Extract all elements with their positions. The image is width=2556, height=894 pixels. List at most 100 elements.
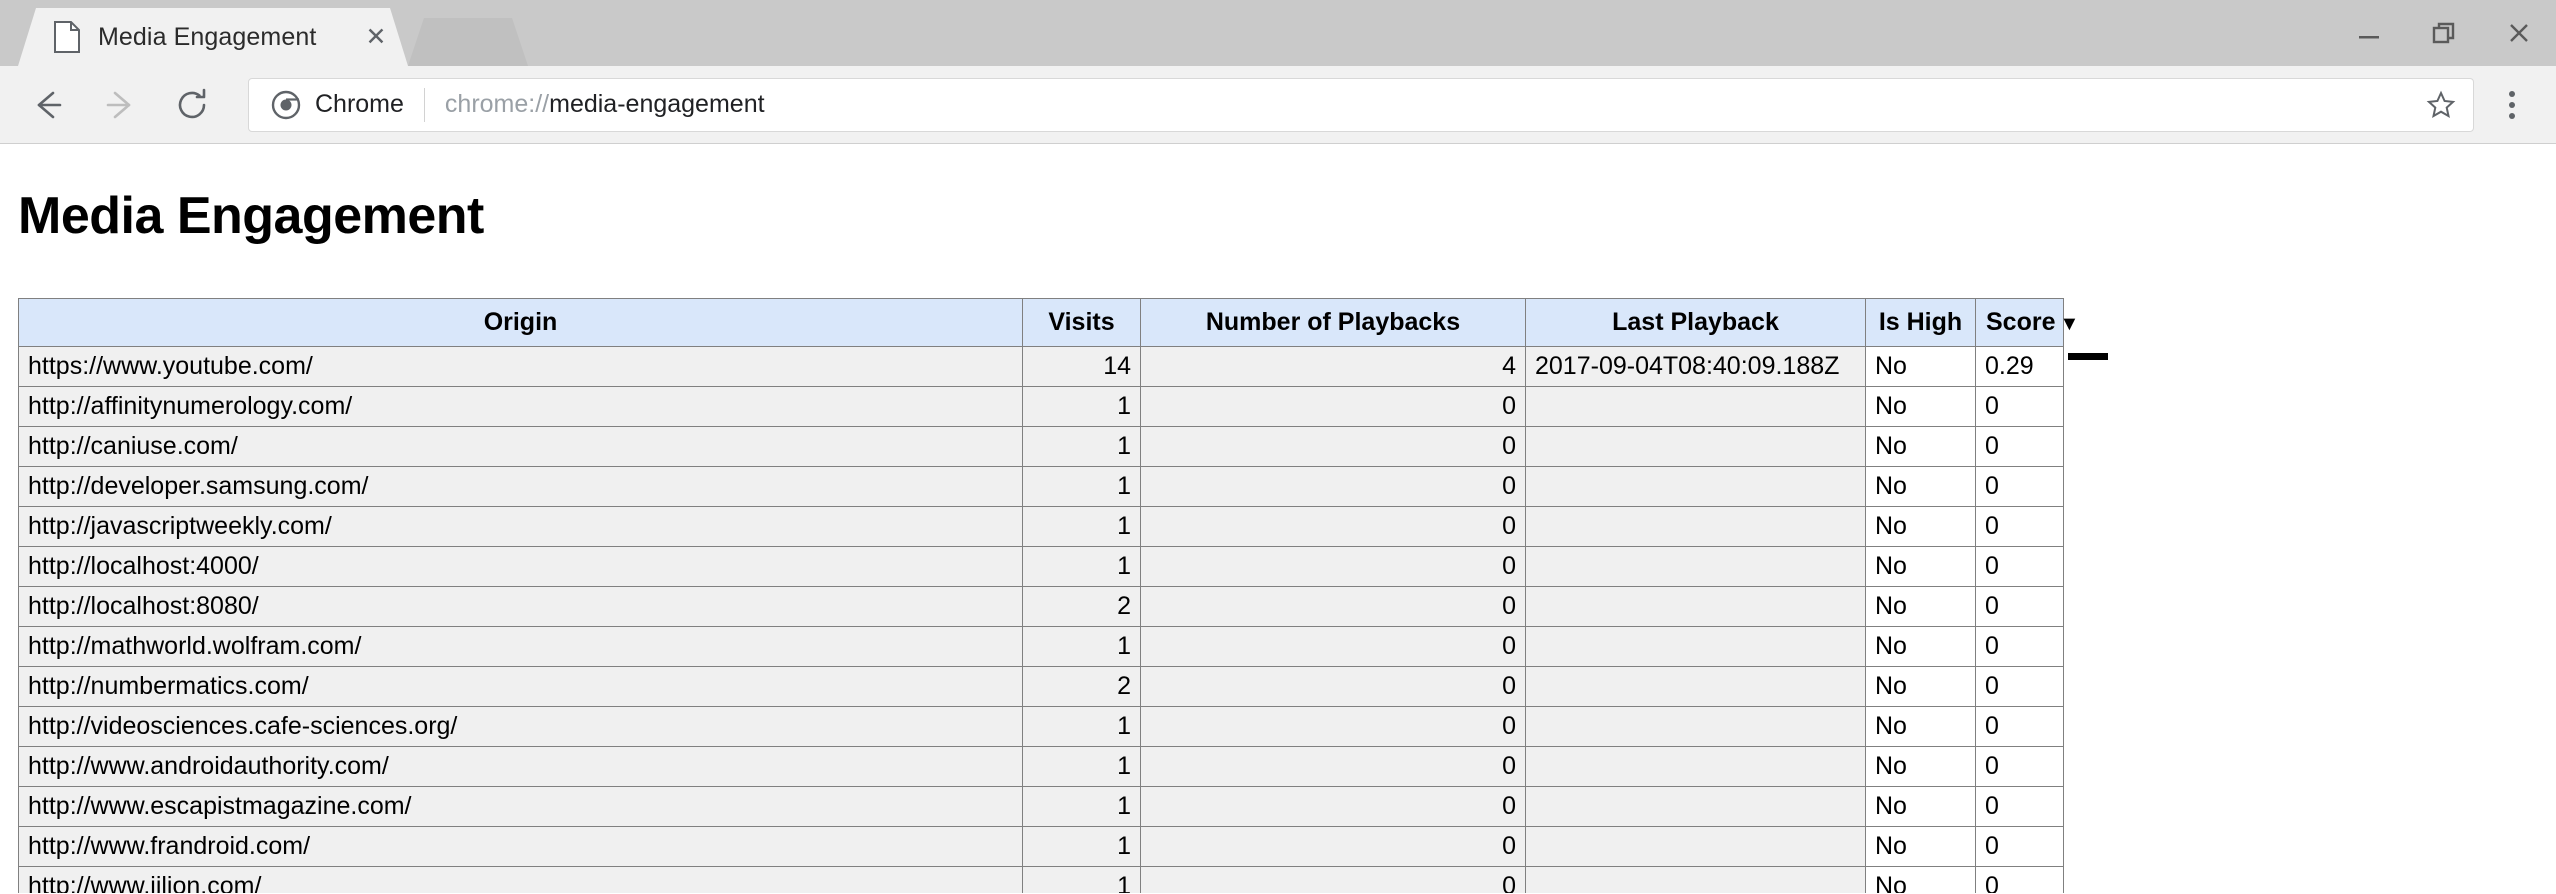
- tab-title: Media Engagement: [98, 23, 358, 52]
- cell-is-high: No: [1866, 707, 1976, 747]
- cell-visits: 1: [1023, 547, 1141, 587]
- column-header-is-high[interactable]: Is High: [1866, 299, 1976, 347]
- address-bar[interactable]: Chrome chrome://media-engagement: [248, 78, 2474, 132]
- cell-last-playback: [1526, 627, 1866, 667]
- cell-score: 0: [1976, 747, 2064, 787]
- column-header-visits[interactable]: Visits: [1023, 299, 1141, 347]
- cell-last-playback: [1526, 387, 1866, 427]
- column-header-score[interactable]: Score▼: [1976, 299, 2064, 347]
- tab-media-engagement[interactable]: Media Engagement ✕: [18, 8, 408, 66]
- cell-last-playback: [1526, 467, 1866, 507]
- table-row[interactable]: http://caniuse.com/10No0: [19, 427, 2064, 467]
- column-header-playbacks[interactable]: Number of Playbacks: [1141, 299, 1526, 347]
- cell-last-playback: [1526, 587, 1866, 627]
- cell-score: 0: [1976, 867, 2064, 894]
- cell-score: 0: [1976, 827, 2064, 867]
- cell-is-high: No: [1866, 827, 1976, 867]
- table-row[interactable]: http://www.escapistmagazine.com/10No0: [19, 787, 2064, 827]
- cell-is-high: No: [1866, 667, 1976, 707]
- menu-dot: [2509, 113, 2515, 119]
- browser-window: Media Engagement ✕: [0, 0, 2556, 894]
- media-engagement-table: Origin Visits Number of Playbacks Last P…: [18, 298, 2064, 893]
- browser-menu-icon[interactable]: [2486, 69, 2538, 141]
- cell-last-playback: [1526, 507, 1866, 547]
- cell-score: 0: [1976, 787, 2064, 827]
- reload-icon[interactable]: [156, 69, 228, 141]
- cell-visits: 14: [1023, 347, 1141, 387]
- cell-score: 0: [1976, 507, 2064, 547]
- cell-origin: http://developer.samsung.com/: [19, 467, 1023, 507]
- table-row[interactable]: http://javascriptweekly.com/10No0: [19, 507, 2064, 547]
- table-row[interactable]: http://www.jilion.com/10No0: [19, 867, 2064, 894]
- column-header-score-label: Score: [1986, 308, 2055, 336]
- sort-descending-icon: ▼: [2059, 313, 2079, 335]
- back-icon[interactable]: [12, 69, 84, 141]
- new-tab-button[interactable]: [408, 18, 528, 66]
- cell-playbacks: 0: [1141, 547, 1526, 587]
- table-row[interactable]: http://mathworld.wolfram.com/10No0: [19, 627, 2064, 667]
- browser-toolbar: Chrome chrome://media-engagement: [0, 66, 2556, 144]
- cell-is-high: No: [1866, 387, 1976, 427]
- cell-score: 0: [1976, 707, 2064, 747]
- url-path: media-engagement: [549, 90, 764, 118]
- table-row[interactable]: http://numbermatics.com/20No0: [19, 667, 2064, 707]
- table-header-row: Origin Visits Number of Playbacks Last P…: [19, 299, 2064, 347]
- cell-visits: 1: [1023, 427, 1141, 467]
- cell-last-playback: [1526, 707, 1866, 747]
- cell-origin: http://www.jilion.com/: [19, 867, 1023, 894]
- minimize-icon[interactable]: [2331, 0, 2406, 66]
- table-row[interactable]: http://videosciences.cafe-sciences.org/1…: [19, 707, 2064, 747]
- cell-origin: http://www.frandroid.com/: [19, 827, 1023, 867]
- row-marker-dash: [2068, 353, 2108, 360]
- cell-origin: http://localhost:8080/: [19, 587, 1023, 627]
- tab-strip: Media Engagement ✕: [0, 0, 2556, 66]
- table-row[interactable]: http://www.frandroid.com/10No0: [19, 827, 2064, 867]
- cell-last-playback: [1526, 867, 1866, 894]
- document-icon: [54, 21, 80, 53]
- column-header-last-playback[interactable]: Last Playback: [1526, 299, 1866, 347]
- url-scheme: chrome://: [445, 90, 549, 118]
- cell-is-high: No: [1866, 867, 1976, 894]
- table-header: Origin Visits Number of Playbacks Last P…: [19, 299, 2064, 347]
- cell-origin: http://localhost:4000/: [19, 547, 1023, 587]
- cell-score: 0: [1976, 667, 2064, 707]
- cell-visits: 1: [1023, 387, 1141, 427]
- cell-is-high: No: [1866, 787, 1976, 827]
- cell-last-playback: [1526, 427, 1866, 467]
- table-row[interactable]: https://www.youtube.com/1442017-09-04T08…: [19, 347, 2064, 387]
- cell-origin: http://videosciences.cafe-sciences.org/: [19, 707, 1023, 747]
- close-icon[interactable]: [2481, 0, 2556, 66]
- cell-playbacks: 4: [1141, 347, 1526, 387]
- url-text: chrome://media-engagement: [445, 90, 2415, 119]
- cell-playbacks: 0: [1141, 387, 1526, 427]
- security-chip: Chrome: [271, 90, 404, 120]
- cell-last-playback: [1526, 667, 1866, 707]
- cell-playbacks: 0: [1141, 467, 1526, 507]
- cell-playbacks: 0: [1141, 587, 1526, 627]
- table-row[interactable]: http://www.androidauthority.com/10No0: [19, 747, 2064, 787]
- cell-score: 0: [1976, 547, 2064, 587]
- cell-is-high: No: [1866, 467, 1976, 507]
- cell-last-playback: [1526, 547, 1866, 587]
- cell-origin: http://www.escapistmagazine.com/: [19, 787, 1023, 827]
- cell-visits: 1: [1023, 707, 1141, 747]
- table-row[interactable]: http://developer.samsung.com/10No0: [19, 467, 2064, 507]
- cell-origin: http://mathworld.wolfram.com/: [19, 627, 1023, 667]
- cell-visits: 1: [1023, 747, 1141, 787]
- cell-visits: 1: [1023, 867, 1141, 894]
- cell-origin: http://javascriptweekly.com/: [19, 507, 1023, 547]
- cell-is-high: No: [1866, 547, 1976, 587]
- cell-last-playback: [1526, 827, 1866, 867]
- column-header-origin[interactable]: Origin: [19, 299, 1023, 347]
- table-row[interactable]: http://localhost:4000/10No0: [19, 547, 2064, 587]
- cell-playbacks: 0: [1141, 867, 1526, 894]
- cell-origin: https://www.youtube.com/: [19, 347, 1023, 387]
- table-row[interactable]: http://affinitynumerology.com/10No0: [19, 387, 2064, 427]
- table-row[interactable]: http://localhost:8080/20No0: [19, 587, 2064, 627]
- cell-is-high: No: [1866, 627, 1976, 667]
- bookmark-star-icon[interactable]: [2415, 82, 2467, 128]
- tab-close-icon[interactable]: ✕: [358, 19, 394, 55]
- restore-icon[interactable]: [2406, 0, 2481, 66]
- media-engagement-table-wrap: Origin Visits Number of Playbacks Last P…: [18, 298, 2118, 893]
- cell-is-high: No: [1866, 747, 1976, 787]
